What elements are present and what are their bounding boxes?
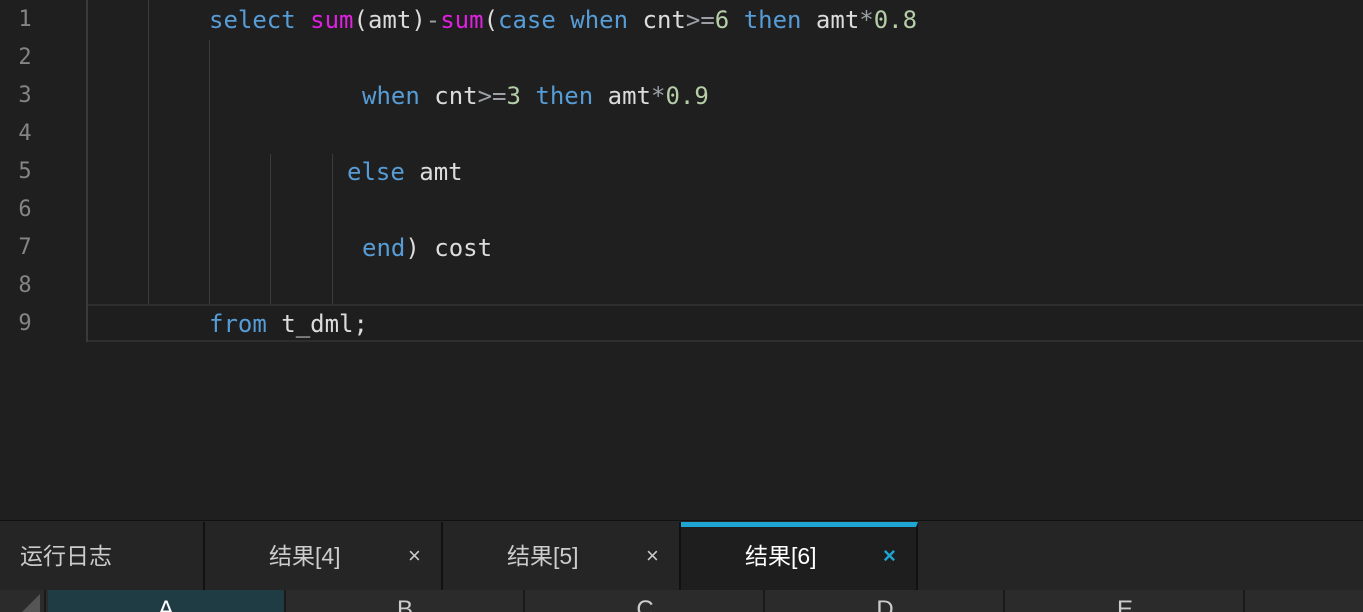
code-token: cnt — [628, 6, 686, 34]
corner-triangle-icon — [22, 594, 40, 612]
code-token: >= — [477, 82, 507, 110]
line-number: 1 — [18, 7, 32, 32]
code-token: 0.8 — [873, 6, 918, 34]
code-token: sum — [310, 6, 354, 34]
code-token: then — [535, 82, 594, 110]
result-grid-header: A B C D E — [0, 590, 1363, 612]
code-token: amt — [801, 6, 860, 34]
tab-result-4[interactable]: 结果[4] × — [205, 522, 443, 590]
code-token: when — [362, 82, 420, 110]
code-token: from — [209, 310, 267, 338]
code-token: >= — [685, 6, 715, 34]
column-header[interactable]: B — [287, 590, 525, 612]
code-token: end — [362, 234, 406, 262]
code-line[interactable]: when cnt>=3 then amt*0.9 — [362, 77, 709, 115]
code-token: case — [498, 6, 556, 34]
code-token: ) cost — [405, 234, 493, 262]
code-token: ( — [483, 6, 499, 34]
code-token: * — [651, 82, 666, 110]
code-token: else — [347, 158, 405, 186]
code-token: cnt — [419, 82, 478, 110]
code-line[interactable]: end) cost — [362, 229, 492, 267]
tab-label: 结果[4] — [269, 543, 341, 569]
line-number: 4 — [18, 121, 32, 146]
code-token: t_dml; — [266, 310, 368, 338]
column-header[interactable]: A — [48, 590, 286, 612]
indent-guide — [148, 0, 149, 342]
line-number: 8 — [18, 273, 32, 298]
select-all-corner[interactable] — [0, 590, 46, 612]
code-token: then — [743, 6, 802, 34]
close-icon[interactable]: × — [408, 522, 421, 590]
column-header[interactable]: E — [1007, 590, 1245, 612]
code-line[interactable]: else amt — [347, 153, 463, 191]
code-token: sum — [440, 6, 484, 34]
indent-guide — [209, 40, 210, 304]
tab-label: 结果[5] — [507, 543, 579, 569]
result-tab-bar: 运行日志 结果[4] × 结果[5] × 结果[6] × — [0, 520, 1363, 591]
column-header[interactable]: C — [527, 590, 765, 612]
tab-label: 结果[6] — [745, 543, 817, 569]
line-number: 2 — [18, 45, 32, 70]
line-number: 9 — [18, 311, 32, 336]
gutter-separator — [86, 0, 88, 342]
tab-result-6[interactable]: 结果[6] × — [681, 522, 918, 590]
code-line[interactable]: select sum(amt)-sum(case when cnt>=6 the… — [209, 1, 917, 39]
code-token: amt — [404, 158, 463, 186]
sql-editor[interactable]: 1 2 3 4 5 6 7 8 9 select sum(amt)-sum(ca… — [0, 0, 1363, 520]
code-token: 3 — [506, 82, 521, 110]
close-icon[interactable]: × — [646, 522, 659, 590]
code-token: (amt) — [353, 6, 426, 34]
code-token: when — [570, 6, 629, 34]
line-number: 3 — [18, 83, 32, 108]
line-number: 5 — [18, 159, 32, 184]
code-token: select — [209, 6, 296, 34]
code-line[interactable]: from t_dml; — [209, 305, 368, 343]
code-token: * — [859, 6, 874, 34]
line-number: 7 — [18, 235, 32, 260]
column-header[interactable]: D — [767, 590, 1005, 612]
tab-run-log[interactable]: 运行日志 — [0, 522, 205, 590]
code-token: 6 — [714, 6, 730, 34]
line-number: 6 — [18, 197, 32, 222]
close-icon[interactable]: × — [883, 527, 896, 585]
code-token: 0.9 — [665, 82, 709, 110]
indent-guide — [332, 154, 333, 304]
tab-label: 运行日志 — [20, 543, 112, 569]
tab-result-5[interactable]: 结果[5] × — [443, 522, 681, 590]
code-token: - — [425, 6, 441, 34]
code-token: amt — [593, 82, 651, 110]
indent-guide — [270, 154, 271, 304]
